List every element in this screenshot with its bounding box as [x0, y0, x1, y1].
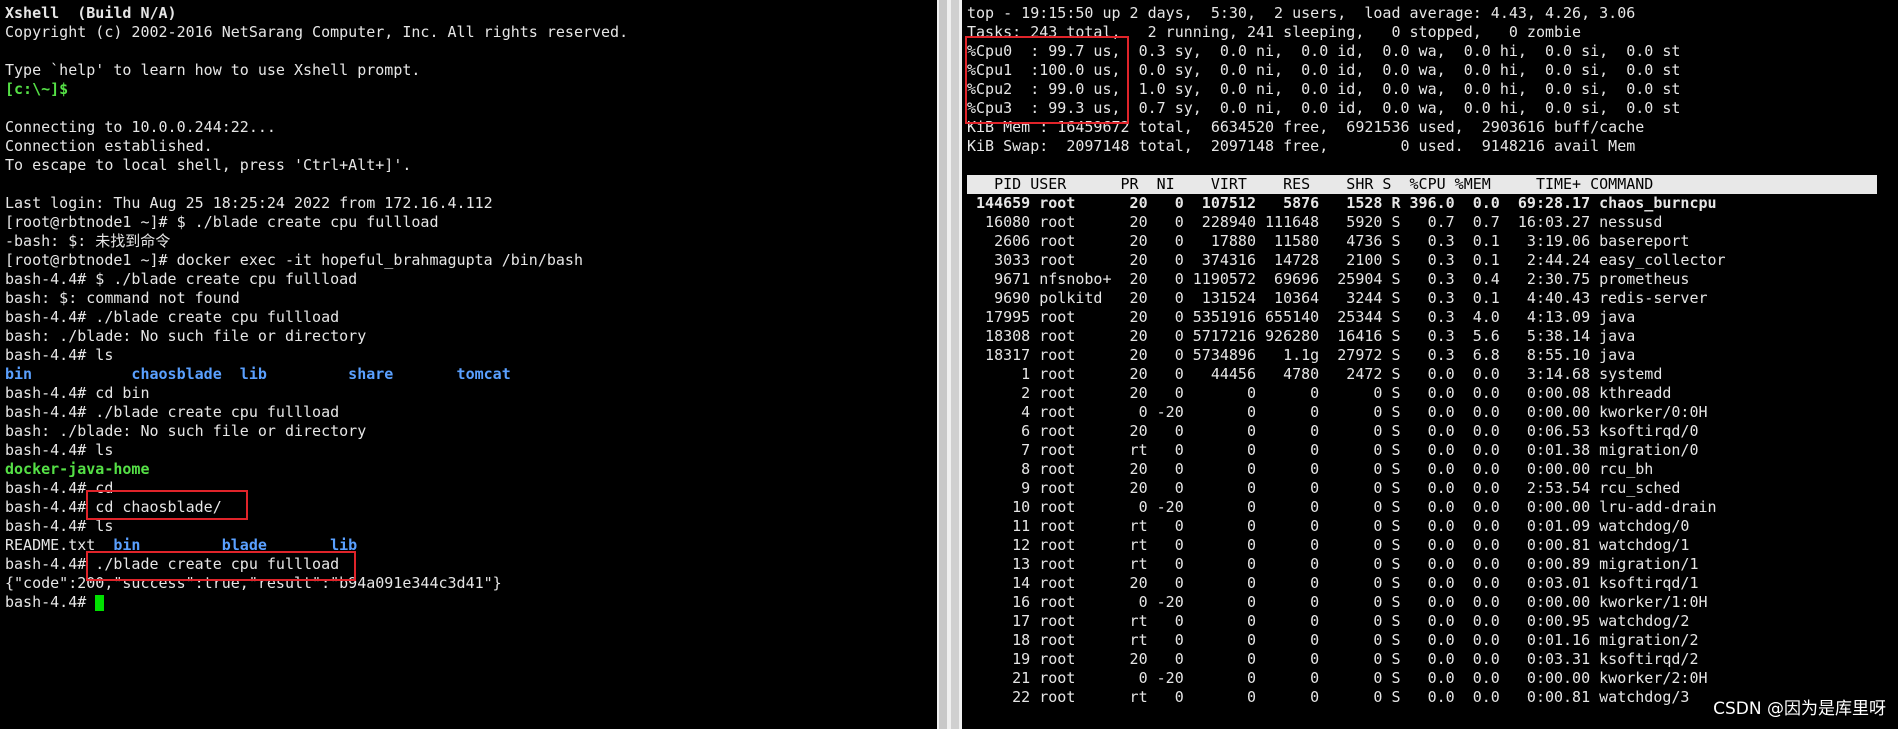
terminal-line: Xshell (Build N/A) — [5, 4, 177, 22]
process-table: 144659 root 20 0 107512 5876 1528 R 396.… — [967, 194, 1877, 707]
process-row: 17995 root 20 0 5351916 655140 25344 S 0… — [967, 308, 1636, 326]
summary-line: top - 19:15:50 up 2 days, 5:30, 2 users,… — [967, 4, 1636, 22]
process-row: 2 root 20 0 0 0 0 S 0.0 0.0 0:00.08 kthr… — [967, 384, 1672, 402]
terminal-line: Last login: Thu Aug 25 18:25:24 2022 fro… — [5, 194, 493, 212]
left-terminal-output: Xshell (Build N/A) Copyright (c) 2002-201… — [5, 4, 628, 612]
terminal-line: bash-4.4# ./blade create cpu fullload — [5, 308, 340, 326]
watermark: CSDN @因为是库里呀 — [1713, 699, 1886, 719]
terminal-line: Copyright (c) 2002-2016 NetSarang Comput… — [5, 23, 629, 41]
right-terminal-pane[interactable]: top - 19:15:50 up 2 days, 5:30, 2 users,… — [962, 0, 1898, 729]
process-row: 14 root 20 0 0 0 0 S 0.0 0.0 0:03.01 kso… — [967, 574, 1699, 592]
terminal-line: Connecting to 10.0.0.244:22... — [5, 118, 276, 136]
terminal-line: -bash: $: 未找到命令 — [5, 232, 171, 250]
terminal-line: To escape to local shell, press 'Ctrl+Al… — [5, 156, 412, 174]
process-row: 21 root 0 -20 0 0 0 S 0.0 0.0 0:00.00 kw… — [967, 669, 1708, 687]
terminal-line: bash: ./blade: No such file or directory — [5, 422, 367, 440]
process-row: 18317 root 20 0 5734896 1.1g 27972 S 0.3… — [967, 346, 1636, 364]
process-row: 11 root rt 0 0 0 0 S 0.0 0.0 0:01.09 wat… — [967, 517, 1690, 535]
right-scrollbar[interactable] — [951, 0, 959, 729]
terminal-line: [c:\~]$ — [5, 80, 69, 98]
process-row: 17 root rt 0 0 0 0 S 0.0 0.0 0:00.95 wat… — [967, 612, 1690, 630]
process-row: 1 root 20 0 44456 4780 2472 S 0.0 0.0 3:… — [967, 365, 1663, 383]
process-row: 12 root rt 0 0 0 0 S 0.0 0.0 0:00.81 wat… — [967, 536, 1690, 554]
terminal-line: bash: $: command not found — [5, 289, 240, 307]
pane-splitter[interactable] — [937, 0, 962, 729]
highlight-cpu-us — [965, 36, 1129, 124]
terminal-cursor[interactable] — [95, 594, 105, 611]
left-scrollbar[interactable] — [939, 0, 947, 729]
terminal-line: bash-4.4# ./blade create cpu fullload — [5, 403, 340, 421]
process-row: 8 root 20 0 0 0 0 S 0.0 0.0 0:00.00 rcu_… — [967, 460, 1654, 478]
terminal-line: docker-java-home — [5, 460, 150, 478]
process-row: 3033 root 20 0 374316 14728 2100 S 0.3 0… — [967, 251, 1726, 269]
process-row: 19 root 20 0 0 0 0 S 0.0 0.0 0:03.31 kso… — [967, 650, 1699, 668]
highlight-cd-chaosblade — [86, 490, 248, 520]
process-row: 144659 root 20 0 107512 5876 1528 R 396.… — [967, 194, 1717, 212]
terminal-line: bash-4.4# — [5, 593, 628, 612]
terminal-line: bin chaosblade lib share tomcat — [5, 365, 511, 383]
process-row: 16 root 0 -20 0 0 0 S 0.0 0.0 0:00.00 kw… — [967, 593, 1708, 611]
terminal-line: bash-4.4# $ ./blade create cpu fullload — [5, 270, 358, 288]
terminal-line: [root@rbtnode1 ~]# docker exec -it hopef… — [5, 251, 583, 269]
highlight-blade-command — [86, 551, 356, 581]
process-row: 9 root 20 0 0 0 0 S 0.0 0.0 2:53.54 rcu_… — [967, 479, 1681, 497]
terminal-line: bash-4.4# ls — [5, 346, 114, 364]
terminal-line: [root@rbtnode1 ~]# $ ./blade create cpu … — [5, 213, 439, 231]
terminal-line: bash-4.4# ls — [5, 441, 114, 459]
terminal-line: bash: ./blade: No such file or directory — [5, 327, 367, 345]
process-row: 9690 polkitd 20 0 131524 10364 3244 S 0.… — [967, 289, 1708, 307]
process-row: 10 root 0 -20 0 0 0 S 0.0 0.0 0:00.00 lr… — [967, 498, 1717, 516]
terminal-line: Connection established. — [5, 137, 213, 155]
process-row: 16080 root 20 0 228940 111648 5920 S 0.7… — [967, 213, 1663, 231]
process-row: 18 root rt 0 0 0 0 S 0.0 0.0 0:01.16 mig… — [967, 631, 1699, 649]
process-row: 13 root rt 0 0 0 0 S 0.0 0.0 0:00.89 mig… — [967, 555, 1699, 573]
summary-line — [967, 156, 1877, 175]
process-table-header: PID USER PR NI VIRT RES SHR S %CPU %MEM … — [967, 175, 1877, 194]
process-row: 9671 nfsnobo+ 20 0 1190572 69696 25904 S… — [967, 270, 1690, 288]
process-row: 6 root 20 0 0 0 0 S 0.0 0.0 0:06.53 ksof… — [967, 422, 1699, 440]
process-row: 4 root 0 -20 0 0 0 S 0.0 0.0 0:00.00 kwo… — [967, 403, 1708, 421]
process-row: 2606 root 20 0 17880 11580 4736 S 0.3 0.… — [967, 232, 1690, 250]
process-row: 7 root rt 0 0 0 0 S 0.0 0.0 0:01.38 migr… — [967, 441, 1699, 459]
summary-line: KiB Swap: 2097148 total, 2097148 free, 0… — [967, 137, 1636, 155]
left-terminal-pane[interactable]: Xshell (Build N/A) Copyright (c) 2002-201… — [0, 0, 937, 729]
prompt: bash-4.4# — [5, 593, 96, 611]
process-row: 18308 root 20 0 5717216 926280 16416 S 0… — [967, 327, 1636, 345]
terminal-line: Type `help' to learn how to use Xshell p… — [5, 61, 421, 79]
terminal-line: bash-4.4# cd bin — [5, 384, 150, 402]
